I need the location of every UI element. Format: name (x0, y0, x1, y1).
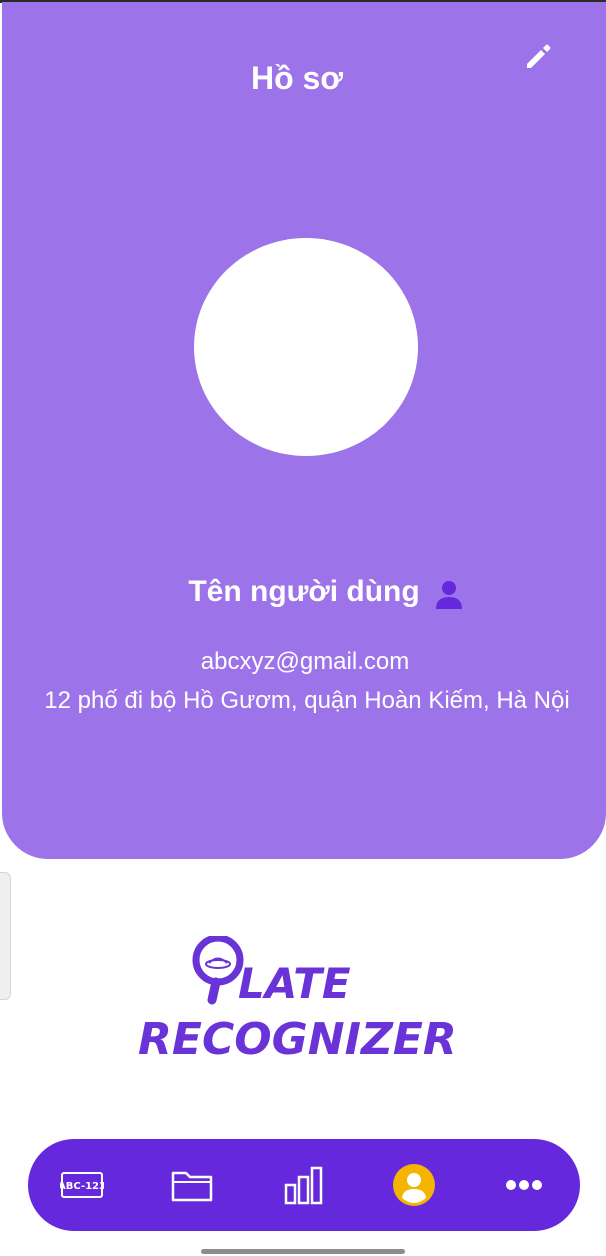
home-indicator[interactable] (201, 1249, 405, 1254)
user-address: 12 phố đi bộ Hồ Gươm, quận Hoàn Kiếm, Hà… (44, 687, 570, 714)
user-email: abcxyz@gmail.com (200, 648, 410, 675)
plate-icon-text: ABC-123 (60, 1181, 104, 1192)
side-scroll-handle[interactable] (0, 872, 11, 1000)
plate-recognizer-logo: LATE RECOGNIZER (138, 936, 457, 1065)
logo-line1: LATE (238, 959, 351, 1008)
profile-icon (393, 1164, 435, 1206)
profile-card: Hồ sơ Tên người dùng abcxyz@gmail.com 12… (2, 2, 606, 859)
bar-chart-icon (284, 1166, 323, 1205)
user-name: Tên người dùng (188, 575, 420, 608)
nav-folder[interactable] (168, 1161, 216, 1209)
folder-icon (171, 1171, 213, 1202)
nav-more[interactable] (500, 1161, 548, 1209)
pencil-icon[interactable] (518, 36, 558, 76)
avatar[interactable] (194, 238, 418, 456)
nav-profile[interactable] (390, 1161, 438, 1209)
nav-statistics[interactable] (280, 1161, 328, 1209)
name-row: Tên người dùng (2, 572, 606, 612)
bottom-edge (0, 1256, 606, 1260)
nav-plates[interactable]: ABC-123 (58, 1161, 106, 1209)
more-icon (506, 1180, 542, 1190)
bottom-navigation: ABC-123 (28, 1139, 580, 1231)
user-icon (435, 581, 462, 609)
license-plate-icon: ABC-123 (60, 1172, 104, 1198)
logo-line2: RECOGNIZER (138, 1014, 457, 1065)
profile-screen: Hồ sơ Tên người dùng abcxyz@gmail.com 12… (0, 0, 606, 1260)
page-title: Hồ sơ (250, 60, 344, 96)
